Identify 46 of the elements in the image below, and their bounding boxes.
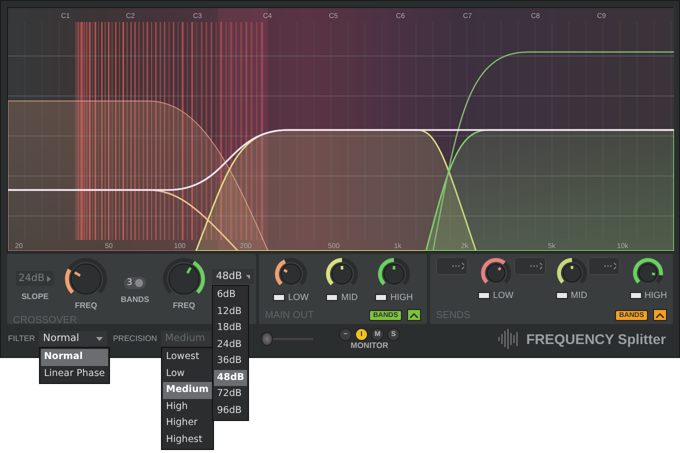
send-field[interactable]: [588, 257, 620, 275]
dots-icon: [528, 262, 543, 270]
band-label: MID: [341, 292, 358, 302]
logo-text: FREQUENCY Splitter: [526, 330, 666, 346]
menu-item[interactable]: 24dB: [214, 336, 248, 353]
send-field[interactable]: [514, 257, 546, 275]
band-label: HIGH: [644, 290, 668, 300]
band-label: HIGH: [390, 292, 413, 302]
control-label: FREQ: [74, 301, 98, 310]
slider-thumb[interactable]: [261, 332, 274, 346]
collapse-button[interactable]: [407, 309, 421, 321]
caret-icon: [96, 336, 103, 340]
precision-label: PRECISION: [112, 334, 157, 343]
chevron-up-icon: [656, 312, 664, 318]
menu-item[interactable]: 96dB: [214, 402, 248, 419]
control-label: BANDS: [120, 295, 150, 304]
menu-item[interactable]: Normal: [40, 349, 108, 366]
toggle[interactable]: [326, 294, 338, 300]
bands-toggle[interactable]: 3: [124, 277, 146, 289]
collapse-button[interactable]: [653, 309, 667, 321]
filter-label: FILTER: [8, 334, 35, 343]
toggle[interactable]: [375, 294, 388, 300]
menu-item[interactable]: 72dB: [214, 386, 248, 402]
menu-item[interactable]: 12dB: [214, 304, 248, 320]
control-label: FREQ: [172, 301, 196, 310]
dots-icon: [602, 262, 617, 270]
menu-item[interactable]: Linear Phase: [40, 366, 108, 382]
arrow-icon: [47, 276, 52, 282]
menu-item[interactable]: 6dB: [214, 287, 248, 304]
band-label: LOW: [493, 290, 514, 300]
band-label: MID: [570, 290, 588, 300]
menu-item[interactable]: 36dB: [214, 353, 248, 370]
toggle[interactable]: [478, 292, 490, 298]
control-label: SLOPE: [21, 292, 49, 301]
dots-icon: [451, 262, 465, 270]
chevron-up-icon: [410, 312, 418, 318]
band-label: LOW: [288, 292, 309, 302]
menu-item[interactable]: 18dB: [214, 320, 248, 336]
toggle[interactable]: [630, 292, 642, 298]
caret-icon: [246, 274, 250, 278]
toggle[interactable]: [556, 292, 568, 298]
waveform-icon: [498, 328, 520, 348]
toggle[interactable]: [273, 294, 286, 300]
menu-item[interactable]: 48dB: [214, 370, 248, 386]
monitor-label: MONITOR: [350, 340, 388, 350]
send-field[interactable]: [436, 257, 468, 275]
